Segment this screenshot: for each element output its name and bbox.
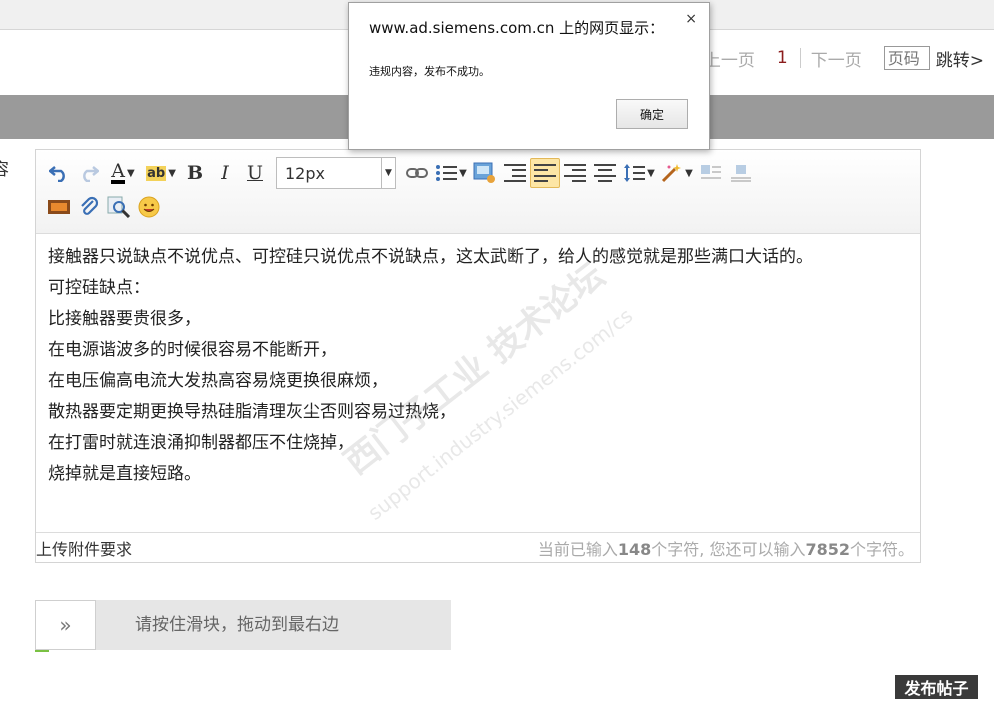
block-left-icon[interactable] [696,158,726,188]
content-line: 在电压偏高电流大发热高容易烧更换很麻烦， [48,371,388,391]
char-remaining-value: 7852 [805,539,850,559]
align-center-icon[interactable] [590,158,620,188]
italic-icon[interactable]: I [210,158,240,188]
font-size-value: 12px [285,163,325,183]
content-line: 接触器只说缺点不说优点、可控硅只说优点不说缺点，这太武断了，给人的感觉就是那些满… [48,247,813,267]
page-number-input[interactable] [883,46,930,70]
insert-image-icon[interactable] [470,158,500,188]
block-center-icon[interactable] [726,158,756,188]
publish-post-button[interactable]: 发布帖子 [895,675,978,699]
char-count-value: 148 [617,539,652,559]
pagination: 上一页 1 下一页 跳转> [694,44,984,72]
slider-hint: 请按住滑块，拖动到最右边 [135,615,339,635]
next-page-link[interactable]: 下一页 [801,46,872,71]
close-icon[interactable]: × [685,11,697,27]
bulleted-list-icon[interactable]: ▼ [432,158,470,188]
highlight-icon[interactable]: ab ▼ [142,158,180,188]
character-count: 当前已输入148个字符, 您还可以输入7852个字符。 [537,539,914,559]
current-page: 1 [765,48,801,68]
attachment-icon[interactable] [74,192,104,222]
slider-progress [35,650,49,652]
magic-wand-icon[interactable]: ▼ [658,158,696,188]
font-size-select[interactable]: 12px ▼ [276,157,396,189]
content-line: 在打雷时就连浪涌抑制器都压不住烧掉， [48,433,354,453]
bold-icon[interactable]: B [180,158,210,188]
dialog-message: 违规内容，发布不成功。 [369,65,490,78]
slider-handle[interactable]: » [35,600,96,650]
underline-icon[interactable]: U [240,158,270,188]
redo-icon[interactable] [74,158,104,188]
link-icon[interactable] [402,158,432,188]
font-color-icon[interactable]: A ▼ [104,158,142,188]
upload-requirements-link[interactable]: 上传附件要求 [36,536,132,560]
content-line: 散热器要定期更换导热硅脂清理灰尘否则容易过热烧， [48,402,456,422]
chevron-down-icon: ▼ [381,158,395,188]
emoji-icon[interactable] [134,192,164,222]
editor-footer: 上传附件要求 当前已输入148个字符, 您还可以输入7852个字符。 [36,532,920,562]
left-label-fragment: 容 [0,160,9,180]
content-line: 比接触器要贵很多， [48,309,201,329]
double-chevron-right-icon: » [59,613,72,637]
editor-toolbar: A ▼ ab ▼ B I U 12px ▼ ▼ ▼ ▼ [36,150,920,234]
content-line: 在电源谐波多的时候很容易不能断开， [48,340,337,360]
line-height-icon[interactable]: ▼ [620,158,658,188]
insert-video-icon[interactable] [44,192,74,222]
alert-dialog: www.ad.siemens.com.cn 上的网页显示： × 违规内容，发布不… [348,2,710,150]
align-left-icon[interactable] [530,158,560,188]
search-replace-icon[interactable] [104,192,134,222]
slide-verification: » 请按住滑块，拖动到最右边 [35,600,451,652]
indent-icon[interactable] [500,158,530,188]
dialog-title: www.ad.siemens.com.cn 上的网页显示： [369,19,665,37]
undo-icon[interactable] [44,158,74,188]
editor-content-area[interactable]: 西门子工业 技术论坛 support.industry.siemens.com/… [36,234,920,532]
jump-button[interactable]: 跳转> [936,46,984,71]
content-line: 可控硅缺点： [48,278,150,298]
ok-button[interactable]: 确定 [616,99,688,129]
content-line: 烧掉就是直接短路。 [48,464,201,484]
align-right-icon[interactable] [560,158,590,188]
rich-text-editor: A ▼ ab ▼ B I U 12px ▼ ▼ ▼ ▼ 西门子工业 技术论坛 s… [35,149,921,563]
